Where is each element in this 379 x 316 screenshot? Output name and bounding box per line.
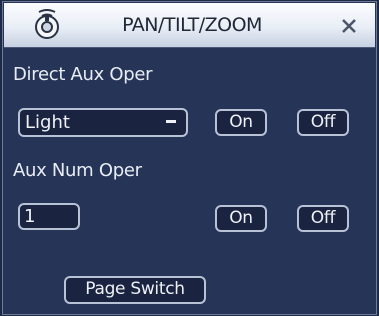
aux-num-off-button[interactable]: Off [297,205,349,232]
direct-aux-oper-label: Direct Aux Oper [13,64,153,85]
direct-aux-off-button[interactable]: Off [297,109,349,136]
title-bar: PAN/TILT/ZOOM [4,3,375,48]
aux-num-oper-label: Aux Num Oper [13,160,142,181]
aux-device-select[interactable]: Light [18,108,188,137]
aux-num-on-button[interactable]: On [215,205,267,232]
aux-device-select-value: Light [25,112,70,133]
direct-aux-on-button[interactable]: On [215,109,267,136]
ptz-window: PAN/TILT/ZOOM Direct Aux Oper Light On O… [2,1,377,315]
dropdown-arrow-icon [166,120,176,123]
aux-number-input[interactable] [18,203,80,230]
close-icon[interactable] [338,15,360,37]
page-switch-button[interactable]: Page Switch [64,276,206,304]
ptz-camera-icon [35,9,59,39]
window-title: PAN/TILT/ZOOM [122,14,262,36]
